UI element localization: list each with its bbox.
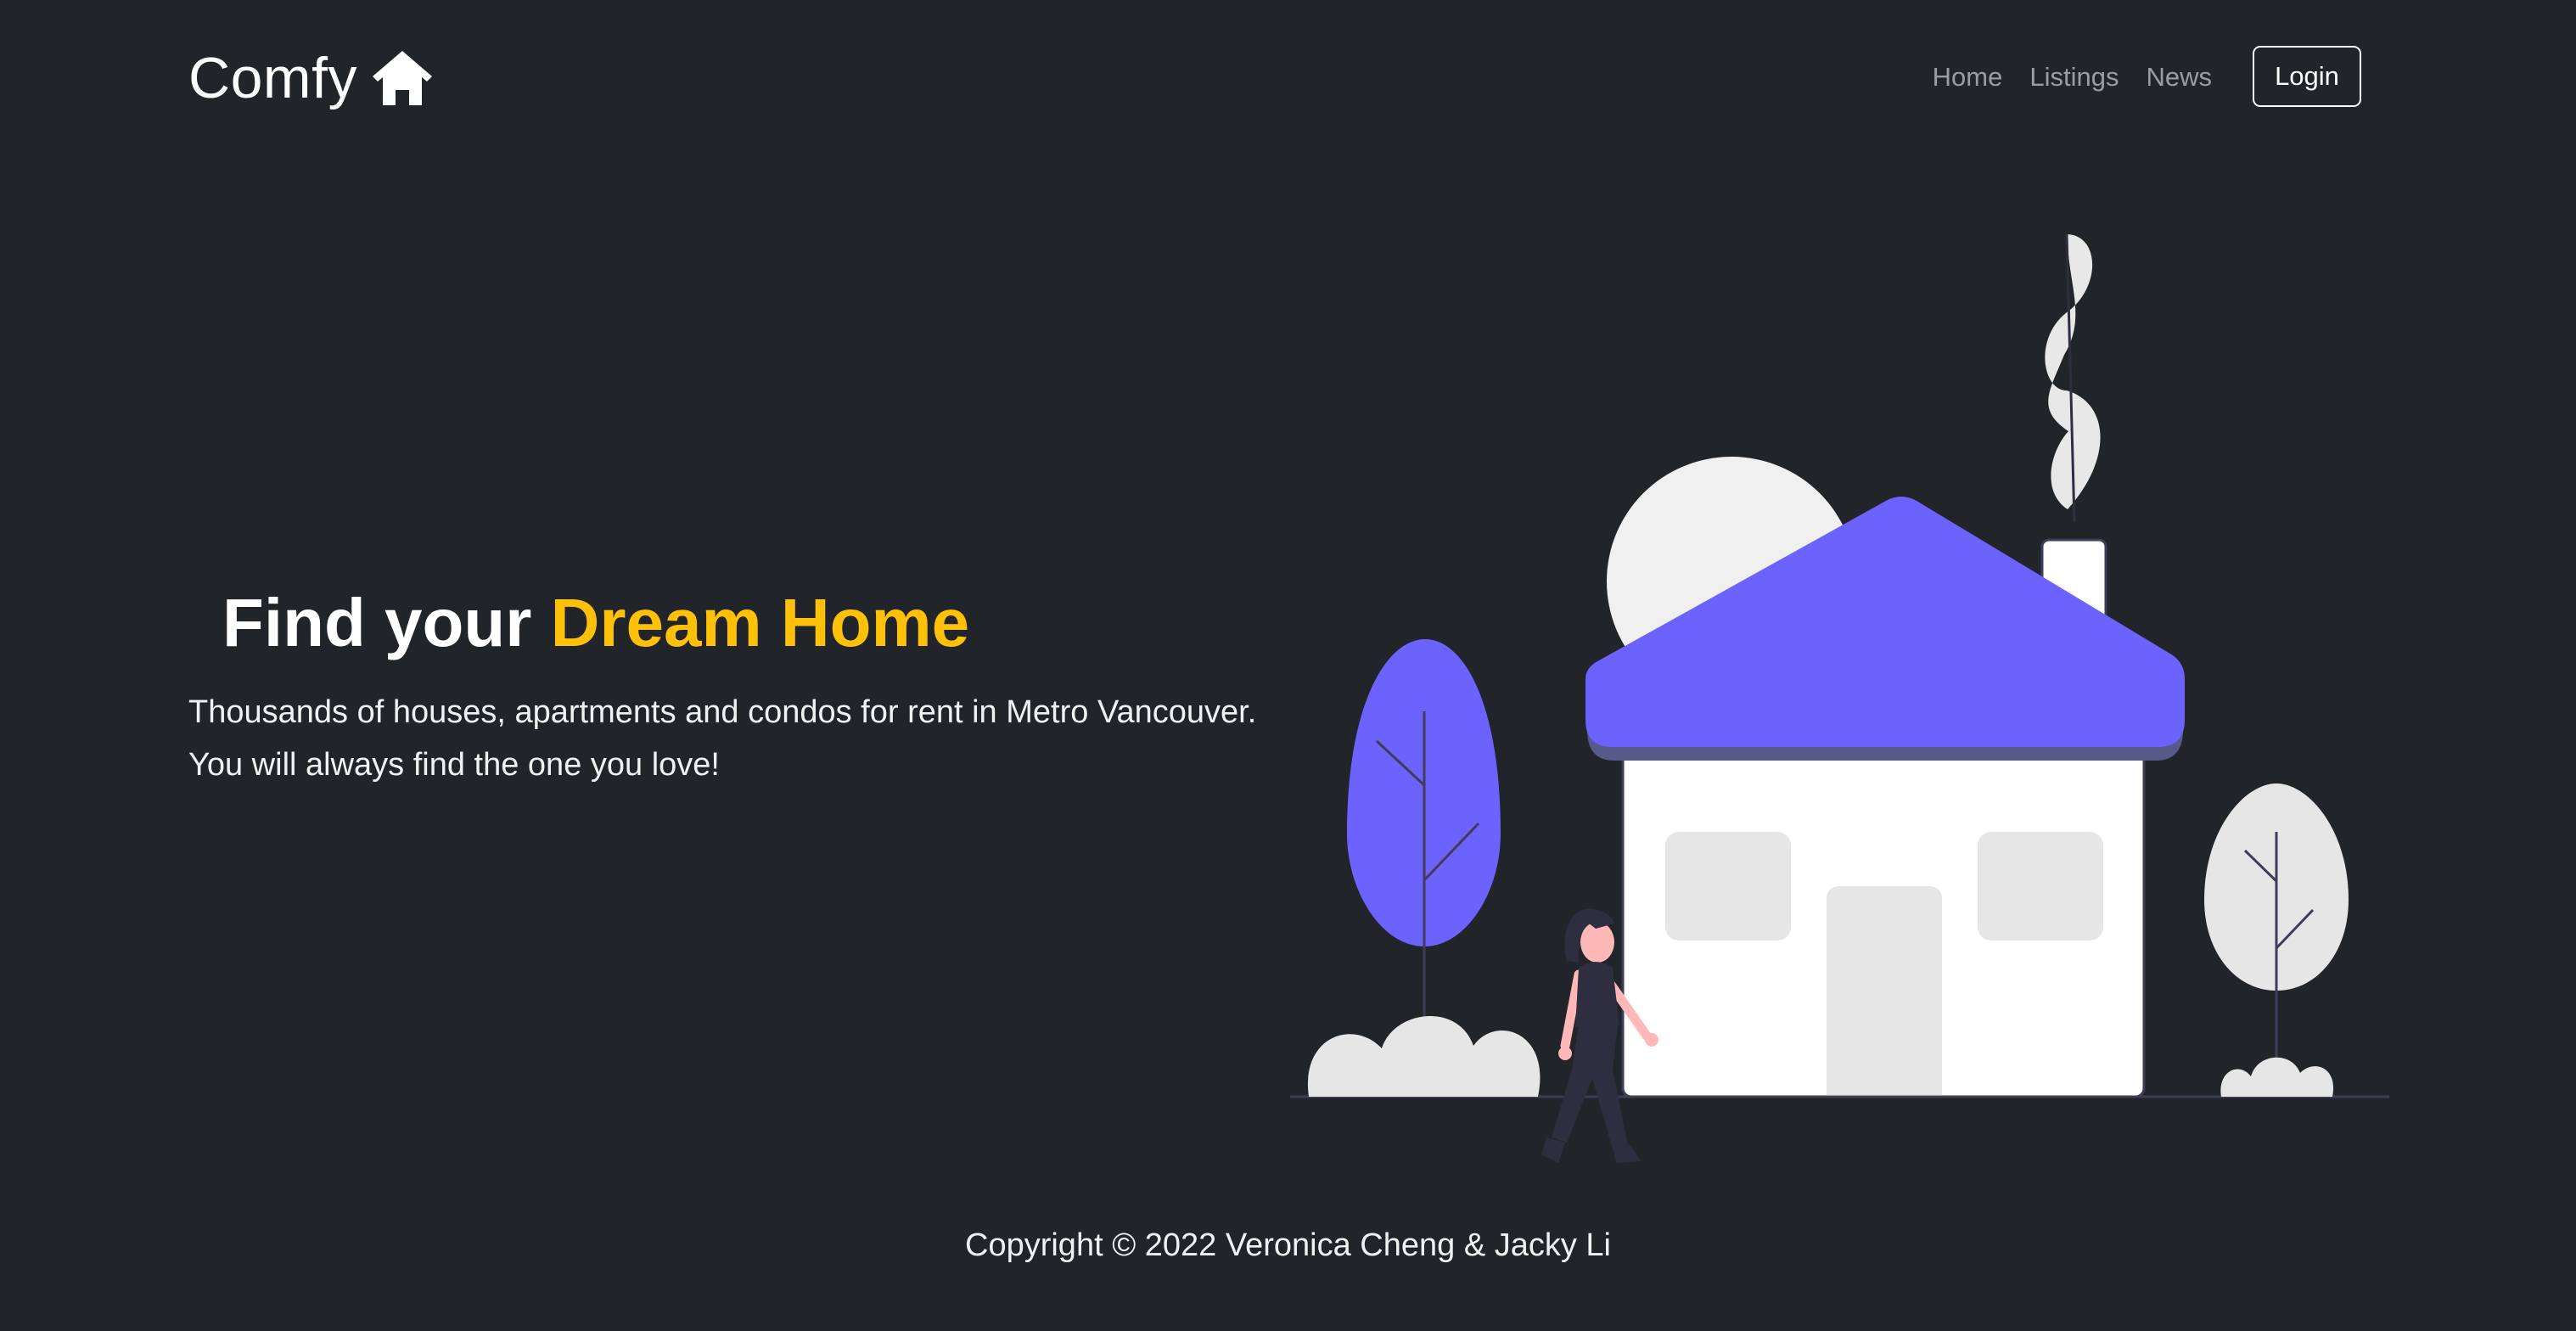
bush-left: [1307, 1015, 1541, 1097]
house-illustration: [1290, 233, 2389, 1163]
login-button[interactable]: Login: [2253, 46, 2361, 107]
hero-title-lead: Find your: [222, 585, 551, 660]
nav-link-listings[interactable]: Listings: [2029, 64, 2119, 90]
footer-copyright: Copyright © 2022 Veronica Cheng & Jacky …: [965, 1227, 1611, 1263]
brand-name: Comfy: [188, 46, 357, 110]
hero-subtitle: Thousands of houses, apartments and cond…: [188, 686, 1256, 791]
nav-link-news[interactable]: News: [2146, 64, 2212, 90]
hero-title-accent: Dream Home: [550, 585, 970, 660]
house-icon: [372, 51, 432, 105]
house-door: [1827, 886, 1942, 1095]
bush-right: [2220, 1057, 2334, 1097]
hero-subtitle-line2: You will always find the one you love!: [188, 747, 720, 783]
house-window-left: [1665, 832, 1791, 941]
hero-title: Find your Dream Home: [222, 586, 969, 660]
brand-logo[interactable]: Comfy: [188, 37, 435, 119]
hero-subtitle-line1: Thousands of houses, apartments and cond…: [188, 694, 1257, 730]
nav-link-home[interactable]: Home: [1933, 64, 2003, 90]
house-window-right: [1978, 832, 2103, 941]
main-nav: Home Listings News Login: [1933, 44, 2361, 109]
